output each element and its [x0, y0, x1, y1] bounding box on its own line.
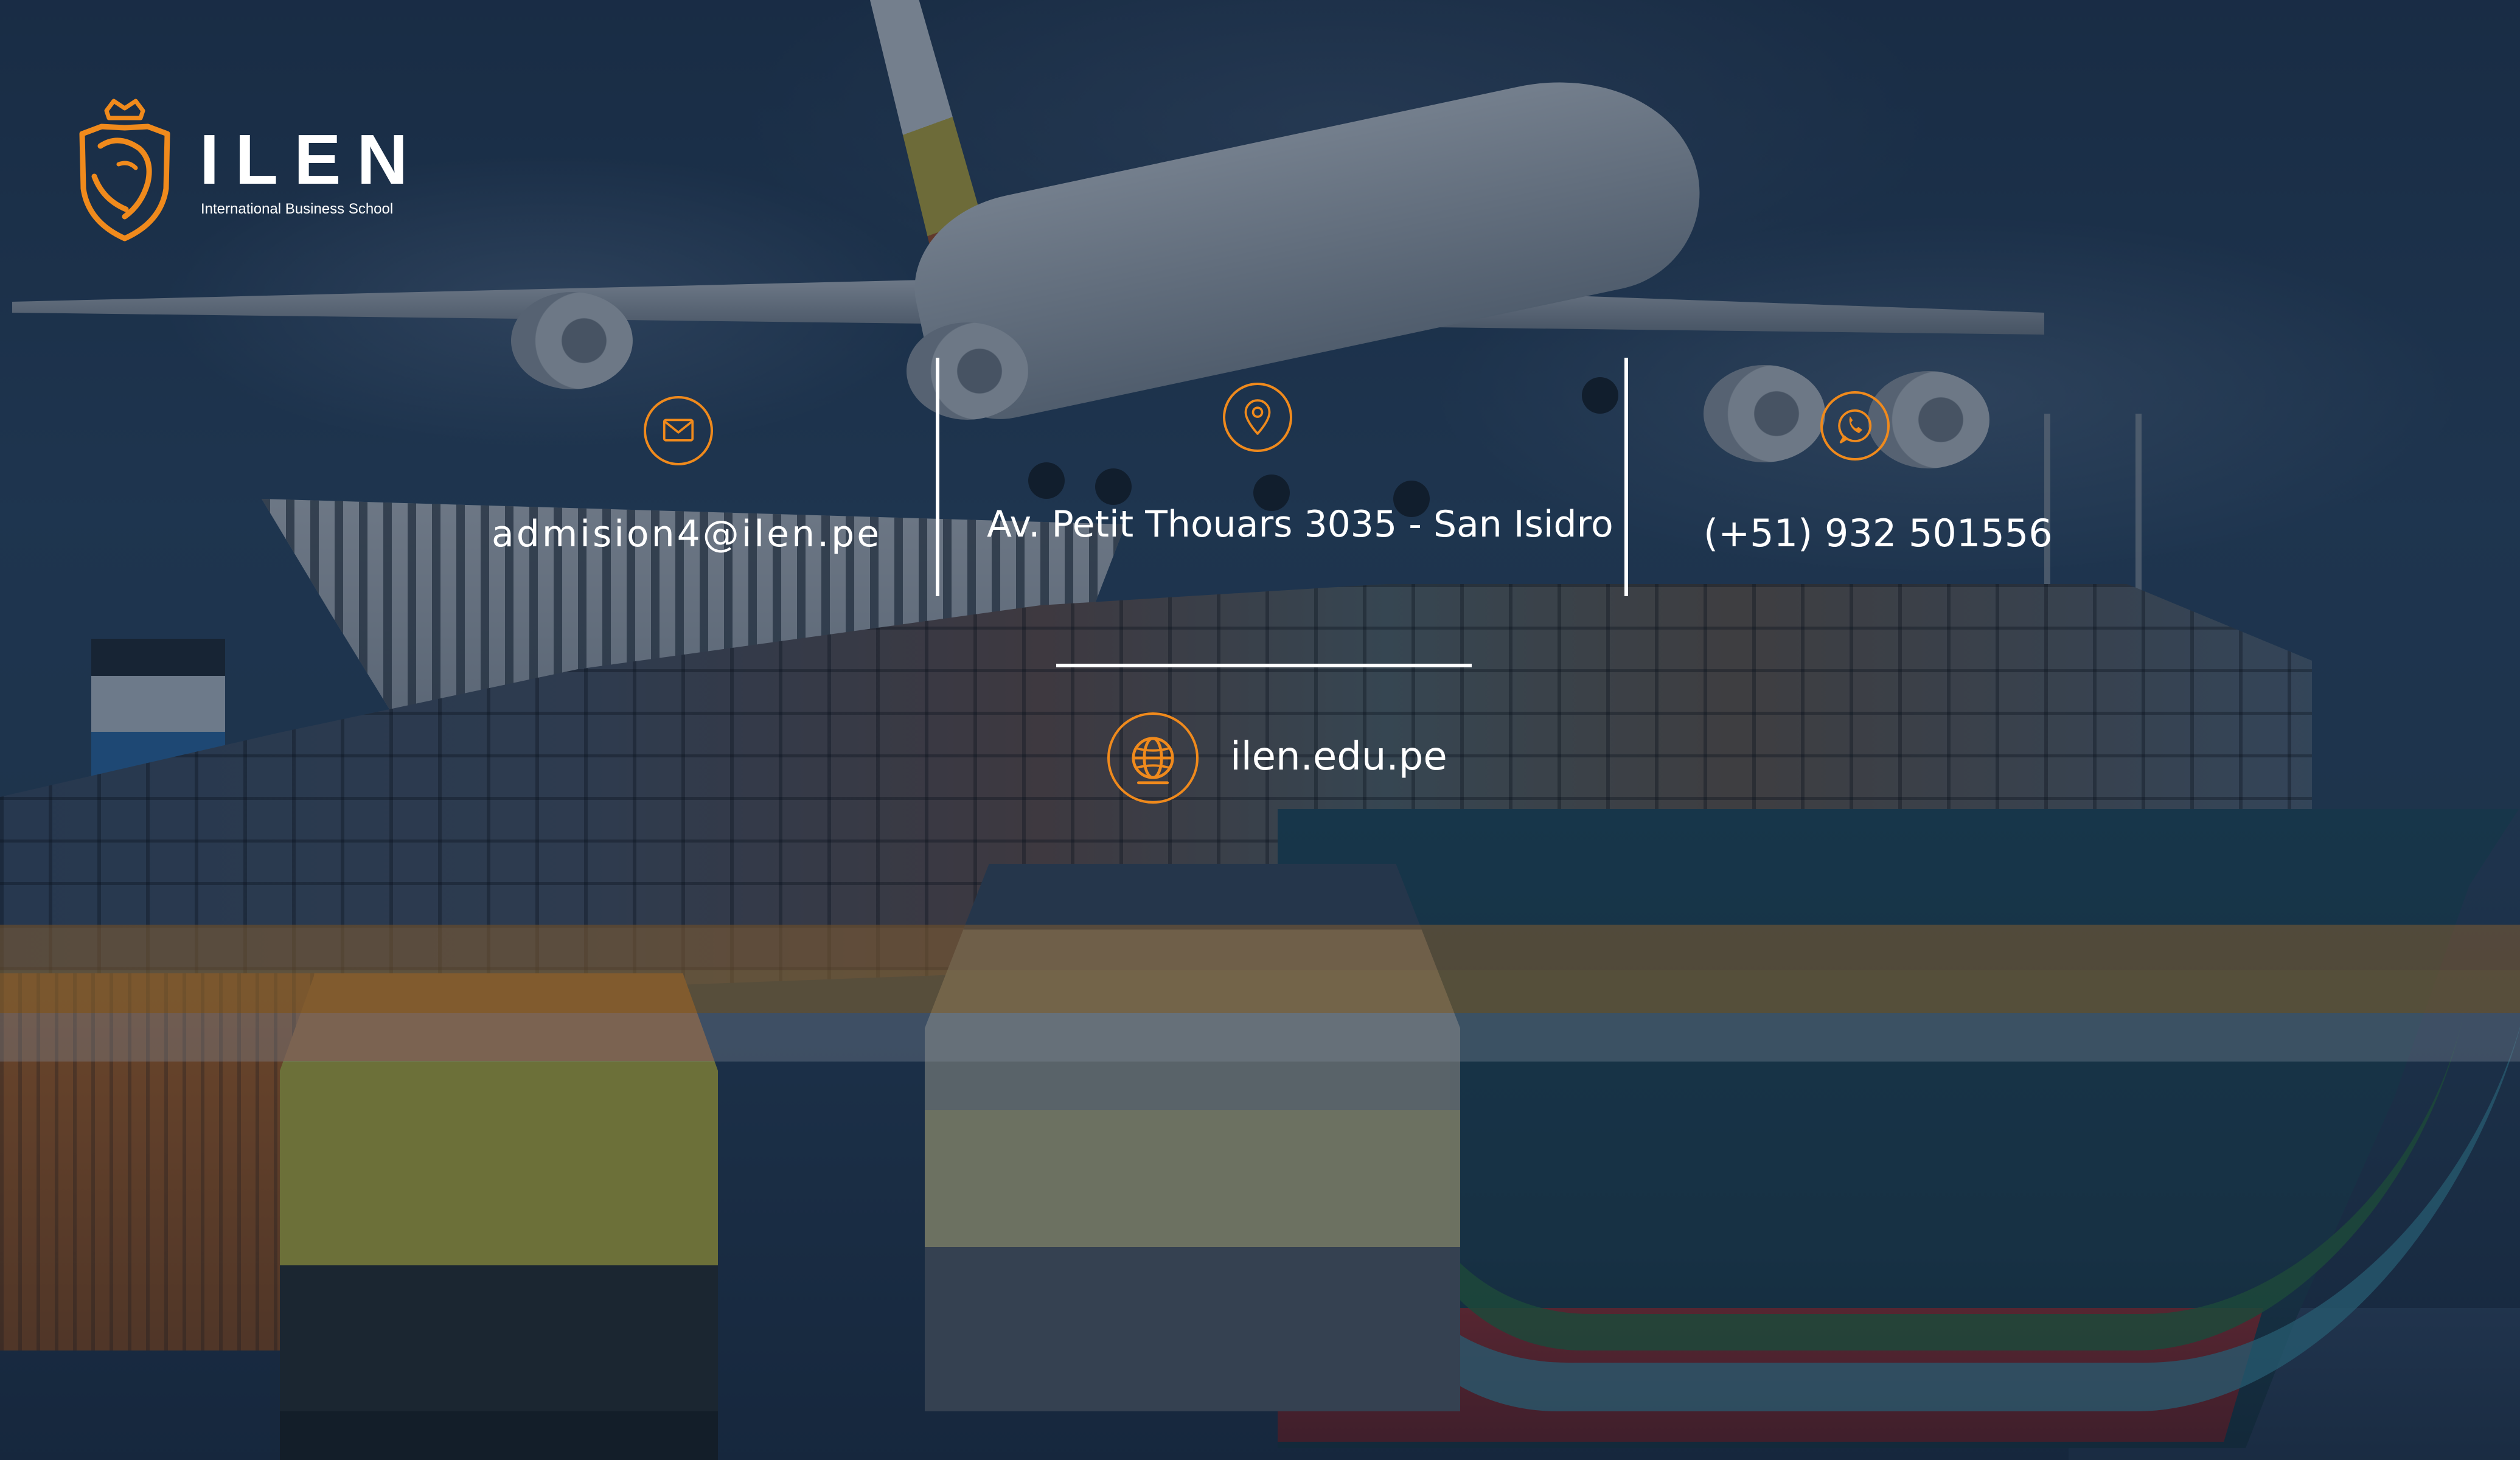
whatsapp-icon	[1820, 391, 1890, 461]
globe-icon	[1107, 712, 1199, 804]
brand-subtitle: International Business School	[201, 201, 394, 217]
address-text: Av. Petit Thouars 3035 - San Isidro	[987, 503, 1613, 546]
horizontal-divider	[1056, 664, 1472, 667]
location-pin-icon	[1223, 383, 1292, 452]
contact-slide: ILEN International Business School admis…	[0, 0, 2520, 1460]
brand-name: ILEN	[200, 120, 424, 199]
mail-icon	[644, 396, 713, 465]
website-link[interactable]: ilen.edu.pe	[1230, 737, 1447, 776]
email-address[interactable]: admision4@ilen.pe	[492, 516, 882, 552]
lion-crest-icon	[79, 99, 170, 242]
brand-logo: ILEN International Business School	[76, 97, 417, 243]
vertical-divider-left	[936, 358, 939, 596]
phone-number[interactable]: (+51) 932 501556	[1704, 515, 2053, 552]
vertical-divider-right	[1624, 358, 1628, 596]
